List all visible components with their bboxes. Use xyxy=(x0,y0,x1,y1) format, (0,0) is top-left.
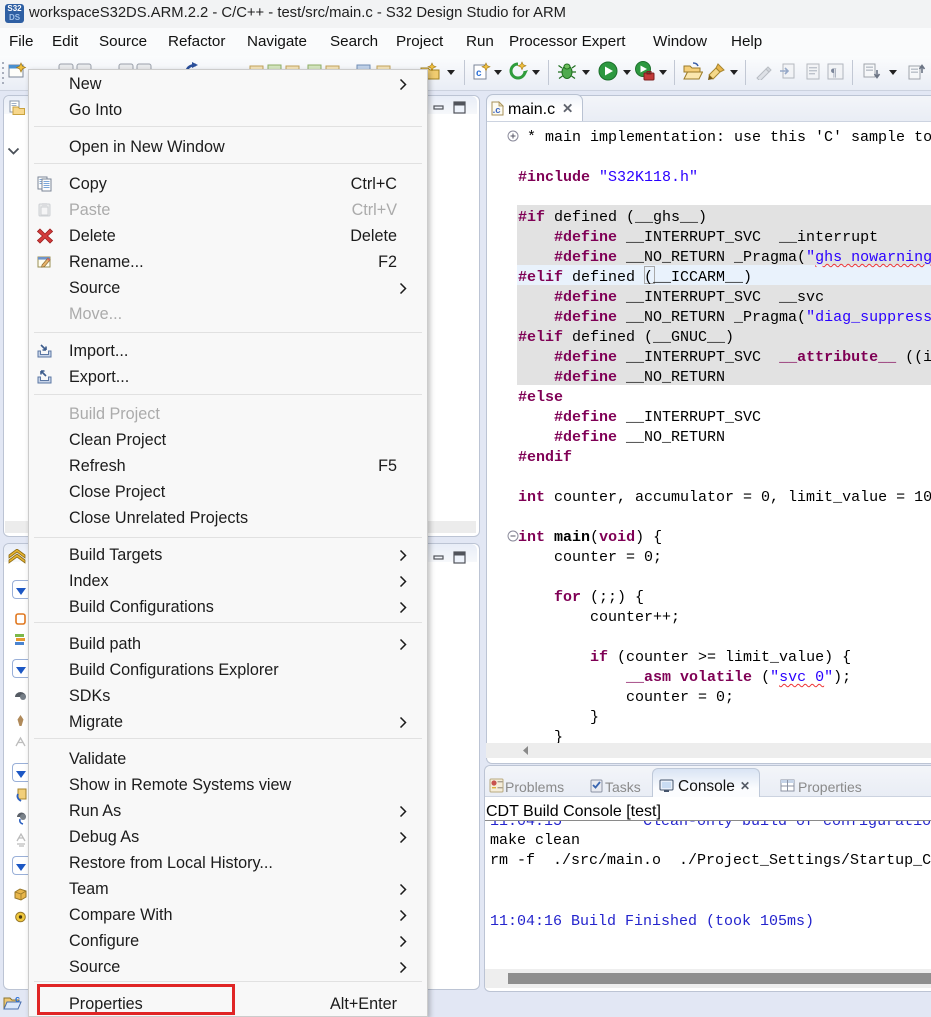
svg-text:c: c xyxy=(15,995,20,1004)
svg-text:¶: ¶ xyxy=(831,65,837,79)
svg-text:c: c xyxy=(476,68,482,79)
svg-text:.c: .c xyxy=(493,105,501,116)
